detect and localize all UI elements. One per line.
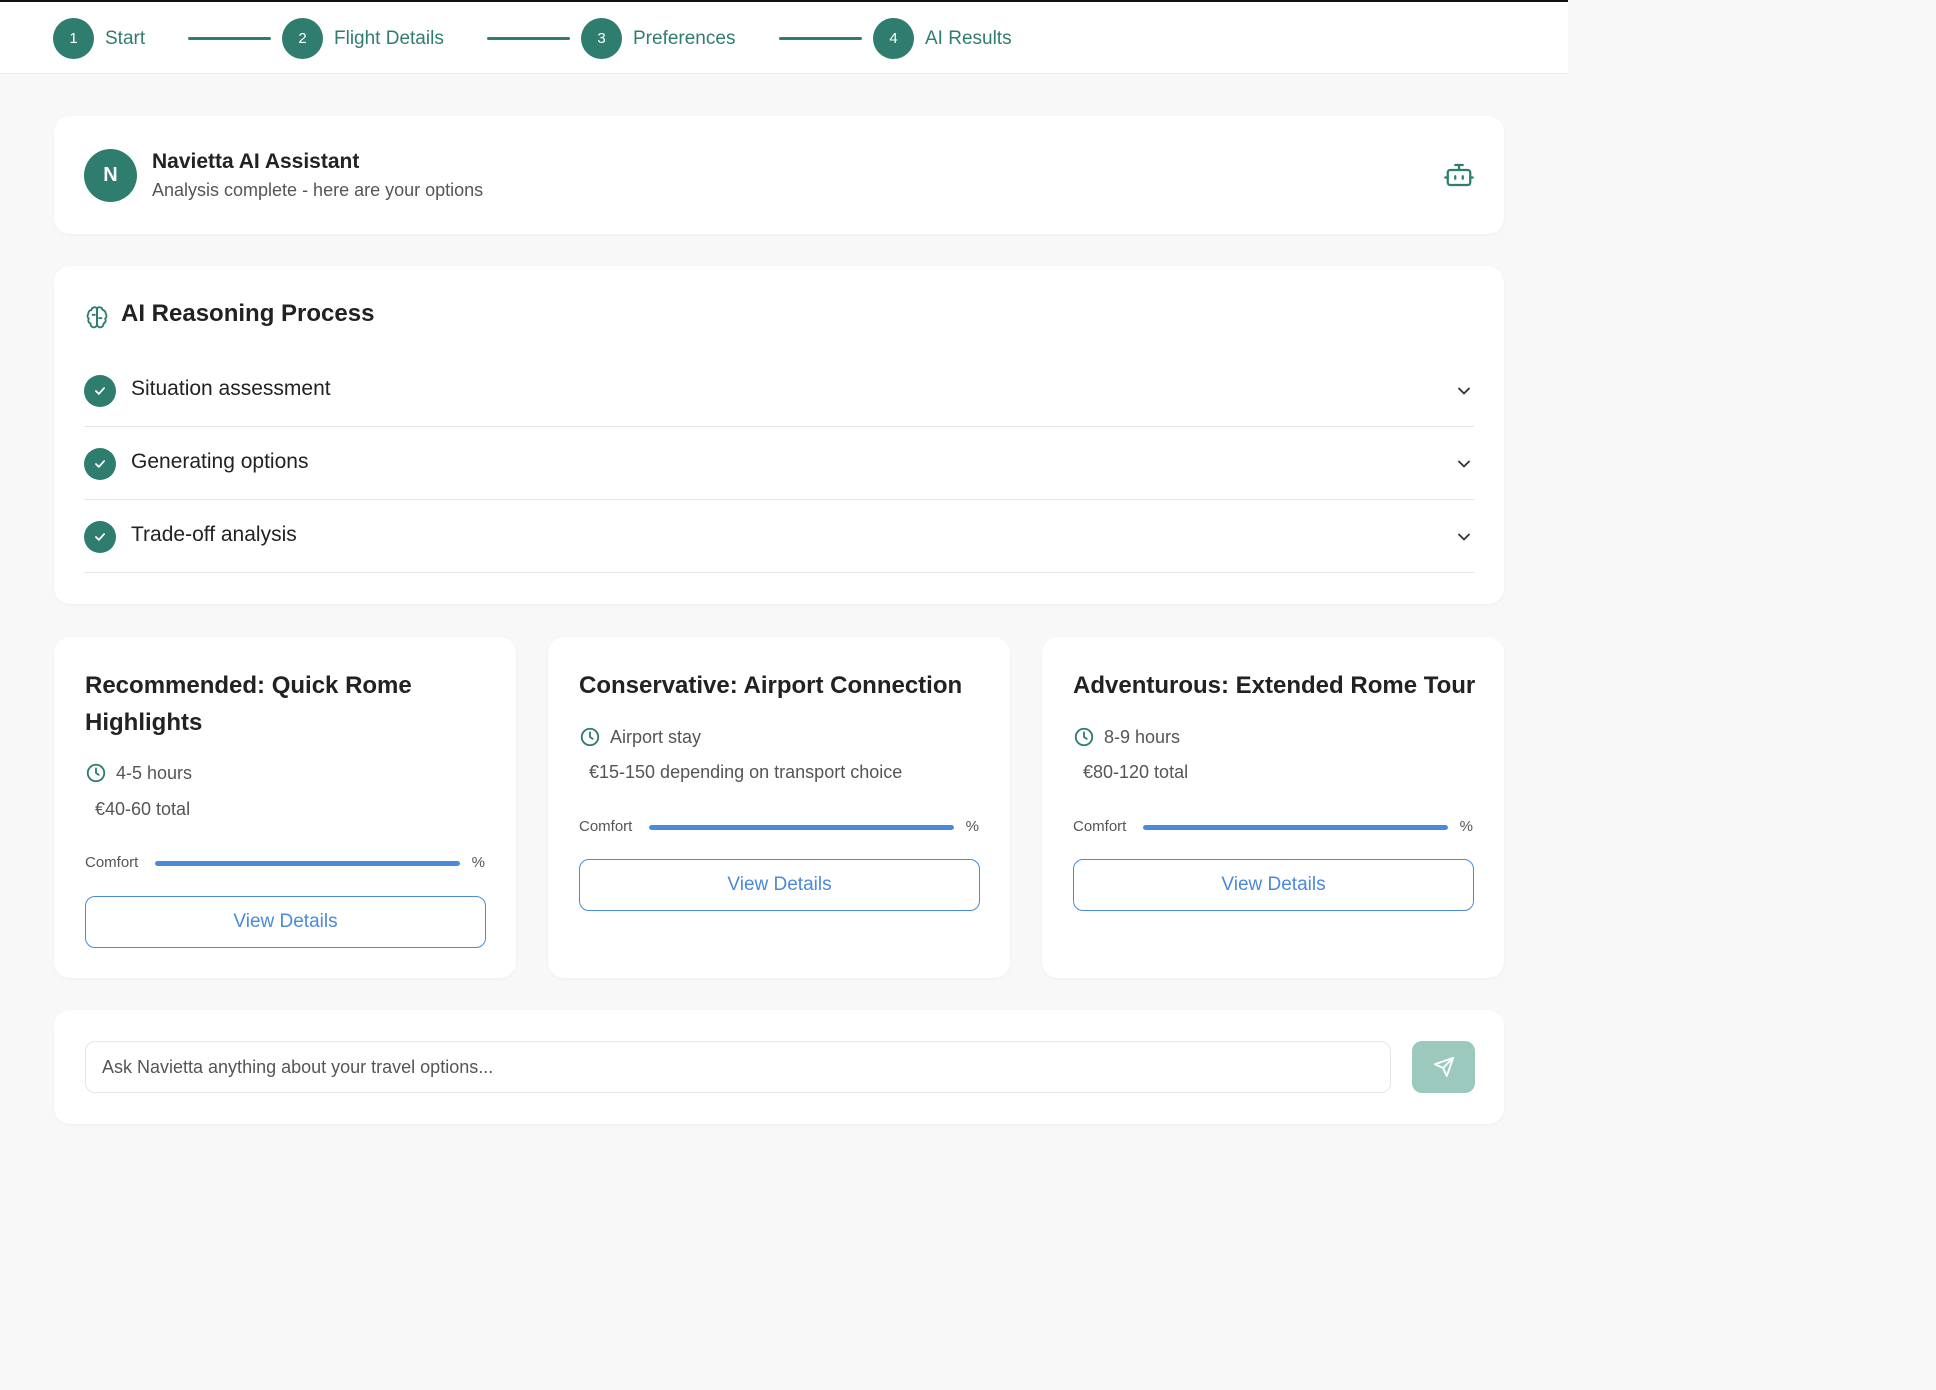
clock-icon [86, 763, 106, 783]
option-duration: Airport stay [579, 726, 701, 748]
comfort-label: Comfort [85, 854, 139, 871]
step-connector [779, 37, 862, 40]
step-connector [188, 37, 271, 40]
view-details-button[interactable]: View Details [85, 896, 486, 948]
comfort-meter: Comfort % [1073, 817, 1473, 837]
comfort-percent: % [471, 854, 485, 871]
step-number: 2 [282, 18, 323, 59]
option-title: Conservative: Airport Connection [579, 672, 963, 699]
send-icon [1433, 1056, 1454, 1078]
assistant-status: Analysis complete - here are your option… [152, 180, 484, 200]
option-card-recommended: Recommended: Quick Rome Highlights 4-5 h… [54, 637, 516, 978]
step-number: 1 [53, 18, 94, 59]
reasoning-item-generating[interactable]: Generating options [84, 427, 1474, 500]
comfort-fill [1143, 825, 1448, 830]
option-cost: €40-60 total [95, 799, 191, 819]
chevron-down-icon[interactable] [1454, 381, 1474, 401]
option-duration: 4-5 hours [85, 762, 192, 784]
reasoning-item-label: Trade-off analysis [131, 523, 297, 546]
comfort-label: Comfort [1073, 818, 1127, 835]
comfort-fill [649, 825, 954, 830]
comfort-bar [155, 861, 460, 866]
send-button[interactable] [1412, 1041, 1475, 1093]
reasoning-title: AI Reasoning Process [121, 300, 375, 327]
option-duration-text: 4-5 hours [116, 762, 193, 783]
step-label: Start [105, 27, 146, 49]
step-start[interactable]: 1 Start [53, 18, 145, 59]
check-icon [84, 375, 116, 407]
option-card-adventurous: Adventurous: Extended Rome Tour 8-9 hour… [1042, 637, 1504, 978]
option-duration-text: Airport stay [610, 726, 702, 747]
comfort-fill [155, 861, 460, 866]
step-number: 4 [873, 18, 914, 59]
clock-icon [580, 727, 600, 747]
assistant-header-card: N Navietta AI Assistant Analysis complet… [54, 116, 1504, 234]
step-connector [487, 37, 570, 40]
clock-icon [1074, 727, 1094, 747]
step-number: 3 [581, 18, 622, 59]
option-duration: 8-9 hours [1073, 726, 1180, 748]
reasoning-card: AI Reasoning Process Situation assessmen… [54, 266, 1504, 604]
check-icon [84, 448, 116, 480]
robot-icon [1444, 163, 1474, 187]
step-preferences[interactable]: 3 Preferences [581, 18, 735, 59]
chevron-down-icon[interactable] [1454, 527, 1474, 547]
option-title: Recommended: Quick Rome Highlights [85, 672, 412, 736]
comfort-percent: % [1459, 818, 1473, 835]
view-details-button[interactable]: View Details [1073, 859, 1474, 911]
step-flight-details[interactable]: 2 Flight Details [282, 18, 444, 59]
comfort-meter: Comfort % [85, 853, 485, 873]
progress-stepper: 1 Start 2 Flight Details 3 Preferences 4… [0, 2, 1568, 74]
chat-card [54, 1010, 1504, 1124]
chevron-down-icon[interactable] [1454, 454, 1474, 474]
option-title: Adventurous: Extended Rome Tour [1073, 672, 1476, 699]
comfort-bar [649, 825, 954, 830]
assistant-name: Navietta AI Assistant [152, 150, 360, 173]
brain-icon [86, 306, 108, 329]
comfort-bar [1143, 825, 1448, 830]
reasoning-item-situation[interactable]: Situation assessment [84, 354, 1474, 427]
comfort-label: Comfort [579, 818, 633, 835]
comfort-meter: Comfort % [579, 817, 979, 837]
view-details-button[interactable]: View Details [579, 859, 980, 911]
option-cost: €15-150 depending on transport choice [589, 762, 903, 782]
chat-input[interactable] [85, 1041, 1391, 1093]
step-label: Flight Details [334, 27, 444, 49]
reasoning-item-tradeoff[interactable]: Trade-off analysis [84, 500, 1474, 573]
option-cost: €80-120 total [1083, 762, 1189, 782]
check-icon [84, 521, 116, 553]
step-label: AI Results [925, 27, 1012, 49]
comfort-percent: % [965, 818, 979, 835]
step-ai-results[interactable]: 4 AI Results [873, 18, 1012, 59]
option-duration-text: 8-9 hours [1104, 726, 1181, 747]
reasoning-item-label: Situation assessment [131, 377, 331, 400]
reasoning-item-label: Generating options [131, 450, 309, 473]
avatar: N [84, 149, 137, 202]
step-label: Preferences [633, 27, 736, 49]
option-card-conservative: Conservative: Airport Connection Airport… [548, 637, 1010, 978]
